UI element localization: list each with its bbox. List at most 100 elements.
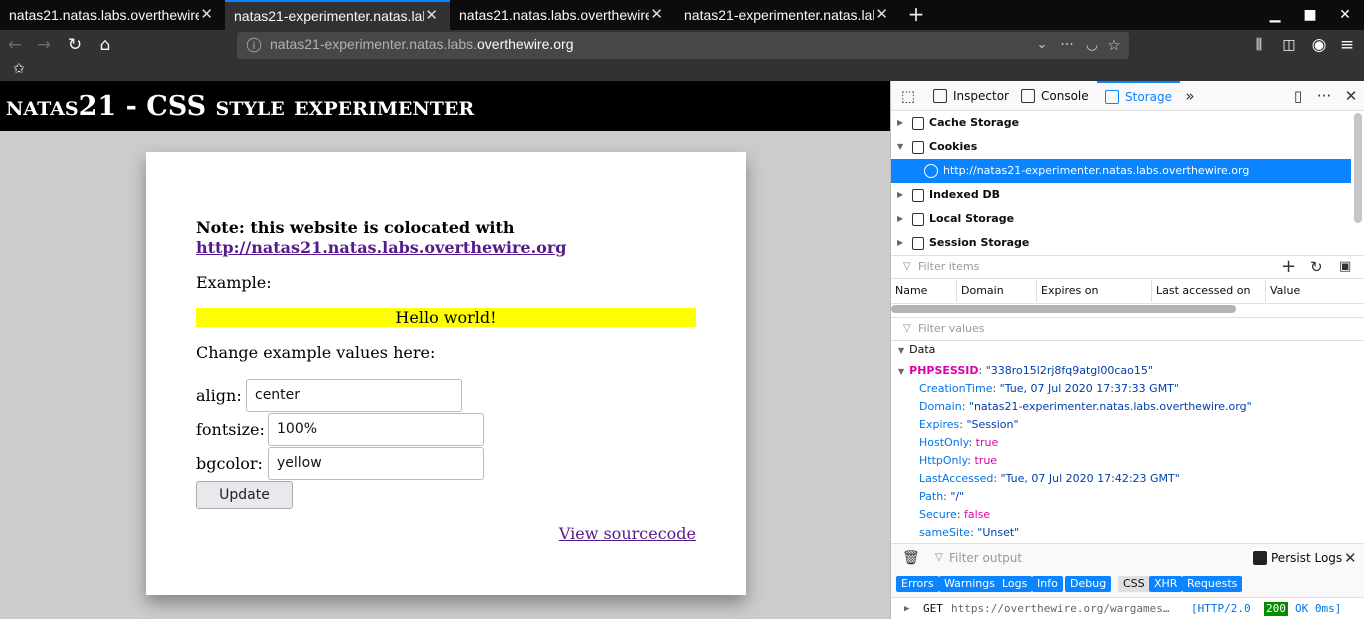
filter-xhr-button[interactable]: XHR xyxy=(1149,576,1183,592)
column-expires[interactable]: Expires on xyxy=(1036,280,1098,302)
cookie-property-row[interactable]: CreationTime: "Tue, 07 Jul 2020 17:37:33… xyxy=(919,380,1179,398)
filter-css-button[interactable]: CSS xyxy=(1118,576,1150,592)
filter-items-bar[interactable]: ▽ Filter items + ↻ ▣ xyxy=(891,255,1364,279)
tree-scrollbar[interactable] xyxy=(1354,113,1362,223)
close-tab-icon[interactable]: ✕ xyxy=(875,0,888,30)
page-title: natas21 - CSS style experimenter xyxy=(0,81,890,131)
devtools-toolbar: ⬚ Inspector Console Storage » ▯ ··· ✕ xyxy=(891,81,1364,111)
cookie-property-row[interactable]: HttpOnly: true xyxy=(919,452,997,470)
tree-cookies[interactable]: ▼ Cookies xyxy=(891,135,1351,159)
account-icon[interactable]: ◉ xyxy=(1307,33,1331,57)
home-icon[interactable]: ⌂ xyxy=(93,33,117,57)
cookie-property-row[interactable]: LastAccessed: "Tue, 07 Jul 2020 17:42:23… xyxy=(919,470,1180,488)
more-actions-icon[interactable]: ··· xyxy=(1055,33,1079,57)
column-domain[interactable]: Domain xyxy=(956,280,1004,302)
expand-arrow-icon[interactable]: ▶ xyxy=(904,598,909,619)
console-log-entry[interactable]: ▶ GET https://overthewire.org/wargames… … xyxy=(891,597,1364,619)
filter-warnings-button[interactable]: Warnings xyxy=(939,576,1000,592)
filter-info-button[interactable]: Info xyxy=(1032,576,1063,592)
new-tab-icon[interactable]: + xyxy=(904,0,928,30)
log-url[interactable]: https://overthewire.org/wargames… xyxy=(951,598,1170,619)
cookie-entry[interactable]: ▼ PHPSESSID: "338ro15l2rj8fq9atgl00cao15" xyxy=(898,362,1153,381)
tree-cookie-host[interactable]: http://natas21-experimenter.natas.labs.o… xyxy=(891,159,1351,183)
close-devtools-icon[interactable]: ✕ xyxy=(1342,87,1360,105)
cookie-property-row[interactable]: HostOnly: true xyxy=(919,434,998,452)
url-bar[interactable]: i natas21-experimenter.natas.labs.overth… xyxy=(237,32,1129,59)
close-tab-icon[interactable]: ✕ xyxy=(650,0,663,30)
database-icon xyxy=(912,189,924,202)
cookie-property-row[interactable]: Domain: "natas21-experimenter.natas.labs… xyxy=(919,398,1252,416)
responsive-design-icon[interactable]: ▯ xyxy=(1289,87,1307,105)
more-tools-chevron-icon[interactable]: » xyxy=(1181,87,1199,105)
property-key: HostOnly xyxy=(919,436,969,449)
trash-icon[interactable]: 🗑 xyxy=(902,544,920,572)
column-value[interactable]: Value xyxy=(1265,280,1300,302)
update-button[interactable]: Update xyxy=(196,481,293,509)
back-icon[interactable]: ← xyxy=(3,33,27,57)
filter-logs-button[interactable]: Logs xyxy=(997,576,1033,592)
close-console-icon[interactable]: ✕ xyxy=(1344,544,1357,572)
minimize-icon[interactable]: ▁ xyxy=(1260,0,1290,30)
pocket-icon[interactable]: ◡ xyxy=(1080,33,1104,57)
column-last-accessed[interactable]: Last accessed on xyxy=(1151,280,1250,302)
filter-requests-button[interactable]: Requests xyxy=(1182,576,1243,592)
close-tab-icon[interactable]: ✕ xyxy=(425,2,438,30)
close-window-icon[interactable]: ✕ xyxy=(1330,0,1360,30)
browser-tab[interactable]: natas21.natas.labs.overthewire.org ✕ xyxy=(0,0,225,30)
view-sourcecode-link[interactable]: View sourcecode xyxy=(559,524,696,543)
browser-tab-active[interactable]: natas21-experimenter.natas.labs.overthew… xyxy=(225,0,450,30)
element-picker-icon[interactable]: ⬚ xyxy=(899,87,917,105)
close-tab-icon[interactable]: ✕ xyxy=(200,0,213,30)
bookmarks-toolbar-icon[interactable]: ✩ xyxy=(7,57,31,81)
align-input[interactable]: center xyxy=(246,379,462,412)
reload-icon[interactable]: ↻ xyxy=(63,33,87,57)
cookie-property-row[interactable]: Path: "/" xyxy=(919,488,964,506)
filter-values-bar[interactable]: ▽ Filter values xyxy=(891,317,1364,341)
menu-icon[interactable]: ≡ xyxy=(1335,33,1359,57)
table-horizontal-scrollbar[interactable] xyxy=(891,305,1236,313)
property-key: CreationTime xyxy=(919,382,993,395)
library-icon[interactable]: ⫼ xyxy=(1247,33,1271,57)
maximize-icon[interactable]: ■ xyxy=(1295,0,1325,30)
property-value: true xyxy=(975,436,999,449)
cookie-property-row[interactable]: sameSite: "Unset" xyxy=(919,524,1019,542)
tab-storage[interactable]: Storage xyxy=(1097,81,1180,111)
tab-console[interactable]: Console xyxy=(1021,81,1089,111)
filter-items-input[interactable]: Filter items xyxy=(918,256,979,278)
sidebar-toggle-icon[interactable]: ▣ xyxy=(1339,256,1351,278)
tree-local-storage[interactable]: ▶ Local Storage xyxy=(891,207,1351,231)
add-item-icon[interactable]: + xyxy=(1281,256,1296,278)
database-icon xyxy=(912,117,924,130)
browser-tab[interactable]: natas21-experimenter.natas.labs.overthew… xyxy=(675,0,900,30)
filter-errors-button[interactable]: Errors xyxy=(896,576,939,592)
tree-cache-storage[interactable]: ▶ Cache Storage xyxy=(891,111,1351,135)
property-value: false xyxy=(964,508,991,521)
devtools-menu-icon[interactable]: ··· xyxy=(1315,87,1333,105)
url-text[interactable]: natas21-experimenter.natas.labs.overthew… xyxy=(270,36,574,52)
filter-debug-button[interactable]: Debug xyxy=(1065,576,1112,592)
filter-output-input[interactable]: Filter output xyxy=(949,544,1022,572)
info-icon[interactable]: i xyxy=(246,37,262,53)
note-text: Note: this website is colocated with xyxy=(196,218,515,237)
fontsize-input[interactable]: 100% xyxy=(268,413,484,446)
bookmark-star-icon[interactable]: ☆ xyxy=(1102,33,1126,57)
column-name[interactable]: Name xyxy=(891,280,927,302)
forward-icon[interactable]: → xyxy=(32,33,56,57)
chevron-down-icon[interactable]: ⌄ xyxy=(1030,33,1054,57)
persist-logs-checkbox[interactable] xyxy=(1253,551,1267,565)
devtools-panel: ⬚ Inspector Console Storage » ▯ ··· ✕ ▶ C… xyxy=(890,81,1364,619)
tab-inspector[interactable]: Inspector xyxy=(933,81,1009,111)
refresh-icon[interactable]: ↻ xyxy=(1310,256,1323,278)
browser-tab[interactable]: natas21.natas.labs.overthewire.org ✕ xyxy=(450,0,675,30)
data-heading[interactable]: ▼ Data xyxy=(898,341,935,360)
bgcolor-input[interactable]: yellow xyxy=(268,447,484,480)
tree-indexed-db[interactable]: ▶ Indexed DB xyxy=(891,183,1351,207)
colocated-site-link[interactable]: http://natas21.natas.labs.overthewire.or… xyxy=(196,238,566,257)
cookie-property-row[interactable]: Secure: false xyxy=(919,506,990,524)
tree-session-storage[interactable]: ▶ Session Storage xyxy=(891,231,1351,255)
cookie-property-row[interactable]: Expires: "Session" xyxy=(919,416,1019,434)
console-icon xyxy=(1021,88,1035,103)
database-icon xyxy=(912,141,924,154)
filter-values-input[interactable]: Filter values xyxy=(918,318,985,340)
sidebar-icon[interactable]: ◫ xyxy=(1277,33,1301,57)
